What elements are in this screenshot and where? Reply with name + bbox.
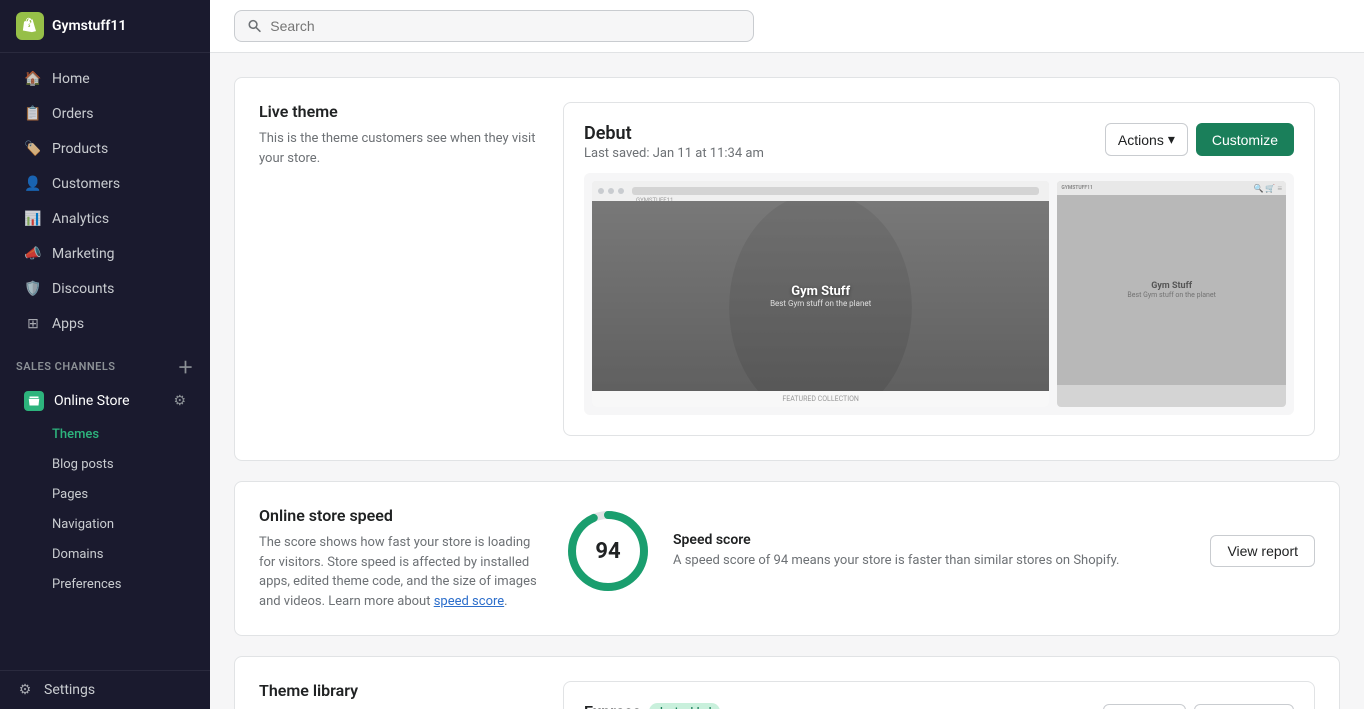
- side-gym-sub: Best Gym stuff on the planet: [1127, 291, 1216, 299]
- theme-library-section: Theme library Manage your store's themes…: [234, 656, 1340, 709]
- live-theme-section: Live theme This is the theme customers s…: [234, 77, 1340, 461]
- speed-gauge: 94: [563, 506, 653, 596]
- settings-icon: ⚙: [16, 681, 34, 699]
- sidebar-item-label: Customers: [52, 176, 120, 192]
- live-theme-desc: This is the theme customers see when the…: [259, 129, 539, 168]
- sidebar-item-pages[interactable]: Pages: [8, 480, 202, 509]
- online-store-label: Online Store: [54, 393, 130, 409]
- sidebar-item-label: Orders: [52, 106, 94, 122]
- preview-featured: FEATURED COLLECTION: [782, 395, 859, 403]
- side-gym-text: Gym Stuff: [1151, 281, 1192, 291]
- side-preview-store: GYMSTUFF11: [1061, 185, 1093, 191]
- speed-score-value: 94: [563, 506, 653, 596]
- sidebar: Gymstuff11 🏠 Home 📋 Orders 🏷️ Products 👤…: [0, 0, 210, 709]
- just-added-badge: Just added: [649, 703, 720, 709]
- preview-dot: [608, 188, 614, 194]
- sidebar-header: Gymstuff11: [0, 0, 210, 53]
- debut-theme-card: Debut Last saved: Jan 11 at 11:34 am Act…: [563, 102, 1315, 436]
- sidebar-item-blog-posts[interactable]: Blog posts: [8, 450, 202, 479]
- theme-last-saved: Last saved: Jan 11 at 11:34 am: [584, 146, 764, 161]
- view-report-button[interactable]: View report: [1210, 535, 1315, 567]
- sales-channels-label: SALES CHANNELS ＋: [0, 342, 210, 382]
- sidebar-item-home[interactable]: 🏠 Home: [8, 62, 202, 96]
- sidebar-item-domains[interactable]: Domains: [8, 540, 202, 569]
- orders-icon: 📋: [24, 105, 42, 123]
- speed-section-title: Online store speed: [259, 506, 539, 525]
- sidebar-item-marketing[interactable]: 📣 Marketing: [8, 237, 202, 271]
- preview-gym-text: Gym Stuff: [791, 284, 850, 299]
- theme-customize-button[interactable]: Customize: [1196, 123, 1294, 156]
- preview-dot: [618, 188, 624, 194]
- products-icon: 🏷️: [24, 140, 42, 158]
- preview-dot: [598, 188, 604, 194]
- preview-gym-sub: Best Gym stuff on the planet: [770, 299, 871, 308]
- customers-icon: 👤: [24, 175, 42, 193]
- express-theme-card: Express Just added Not customized yet Ac…: [563, 681, 1315, 709]
- apps-icon: ⊞: [24, 315, 42, 333]
- sidebar-item-orders[interactable]: 📋 Orders: [8, 97, 202, 131]
- library-actions-button[interactable]: Actions ▾: [1103, 704, 1186, 709]
- add-sales-channel-button[interactable]: ＋: [177, 354, 194, 378]
- discounts-icon: 🛡️: [24, 280, 42, 298]
- sidebar-item-analytics[interactable]: 📊 Analytics: [8, 202, 202, 236]
- sidebar-item-discounts[interactable]: 🛡️ Discounts: [8, 272, 202, 306]
- chevron-down-icon: ▾: [1168, 131, 1175, 148]
- theme-library-title: Theme library: [259, 681, 539, 700]
- sidebar-item-customers[interactable]: 👤 Customers: [8, 167, 202, 201]
- sidebar-item-label: Products: [52, 141, 108, 157]
- speed-score-desc: A speed score of 94 means your store is …: [673, 552, 1190, 570]
- sidebar-item-online-store[interactable]: Online Store ⚙: [8, 383, 202, 419]
- online-store-settings-icon: ⚙: [173, 393, 186, 409]
- sidebar-item-label: Apps: [52, 316, 84, 332]
- sidebar-item-label: Analytics: [52, 211, 109, 227]
- theme-actions-button[interactable]: Actions ▾: [1105, 123, 1188, 156]
- sidebar-item-navigation[interactable]: Navigation: [8, 510, 202, 539]
- main-content: Live theme This is the theme customers s…: [210, 0, 1364, 709]
- top-bar: [210, 0, 1364, 53]
- online-store-subnav: Themes Blog posts Pages Navigation Domai…: [0, 420, 210, 599]
- sidebar-item-label: Discounts: [52, 281, 114, 297]
- online-store-icon: [24, 391, 44, 411]
- library-customize-button[interactable]: Customize: [1194, 704, 1294, 709]
- home-icon: 🏠: [24, 70, 42, 88]
- sidebar-item-label: Home: [52, 71, 90, 87]
- search-icon: [247, 18, 262, 34]
- speed-section: Online store speed The score shows how f…: [234, 481, 1340, 636]
- theme-preview: GYMSTUFF11 Gym Stuff Best Gym stuff on t…: [584, 173, 1294, 415]
- sidebar-item-apps[interactable]: ⊞ Apps: [8, 307, 202, 341]
- search-bar[interactable]: [234, 10, 754, 42]
- analytics-icon: 📊: [24, 210, 42, 228]
- sidebar-item-themes[interactable]: Themes: [8, 420, 202, 449]
- speed-score-link[interactable]: speed score: [434, 594, 504, 609]
- sidebar-navigation: 🏠 Home 📋 Orders 🏷️ Products 👤 Customers …: [0, 53, 210, 670]
- express-theme-name: Express: [584, 702, 641, 709]
- sidebar-item-settings[interactable]: ⚙ Settings: [0, 670, 210, 709]
- shopify-logo-icon: [16, 12, 44, 40]
- live-theme-title: Live theme: [259, 102, 539, 121]
- speed-section-desc: The score shows how fast your store is l…: [259, 533, 539, 611]
- theme-name: Debut: [584, 123, 764, 144]
- sidebar-item-preferences[interactable]: Preferences: [8, 570, 202, 599]
- search-input[interactable]: [270, 18, 741, 34]
- content-area: Live theme This is the theme customers s…: [210, 53, 1364, 709]
- speed-score-title: Speed score: [673, 532, 1190, 548]
- marketing-icon: 📣: [24, 245, 42, 263]
- settings-label: Settings: [44, 682, 95, 698]
- store-name: Gymstuff11: [52, 18, 126, 34]
- sidebar-item-products[interactable]: 🏷️ Products: [8, 132, 202, 166]
- sidebar-item-label: Marketing: [52, 246, 115, 262]
